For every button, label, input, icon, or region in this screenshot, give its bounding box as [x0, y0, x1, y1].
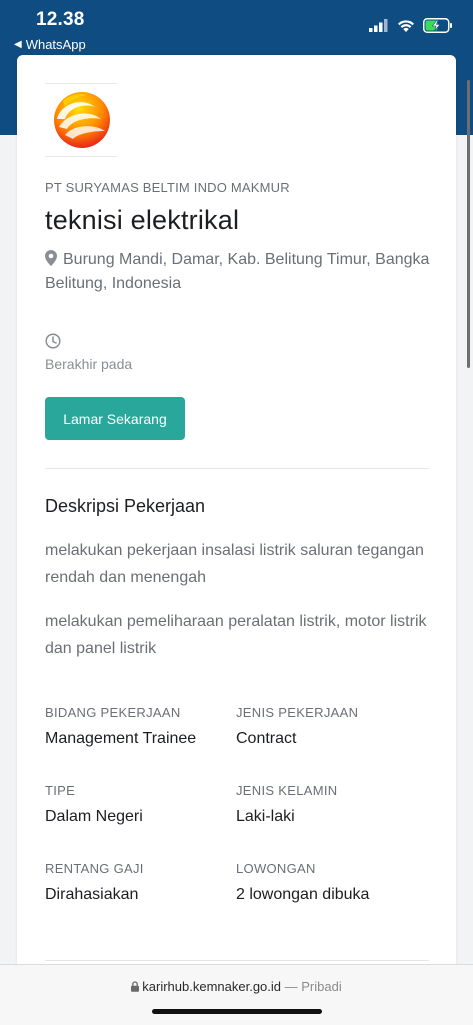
- description-paragraph: melakukan pekerjaan insalasi listrik sal…: [45, 542, 424, 586]
- divider: [45, 960, 429, 961]
- attr-value-job-type: Contract: [236, 730, 297, 747]
- browsing-mode-label: — Pribadi: [284, 979, 342, 994]
- location-text: Burung Mandi, Damar, Kab. Belitung Timur…: [45, 251, 430, 292]
- attr-label-gender: JENIS KELAMIN: [236, 783, 338, 798]
- browser-bottom-bar: karirhub.kemnaker.go.id — Pribadi: [0, 964, 473, 1025]
- attr-value-field: Management Trainee: [45, 730, 197, 747]
- description-heading: Deskripsi Pekerjaan: [45, 496, 206, 516]
- attr-label-type: TIPE: [45, 783, 76, 798]
- description-paragraph: melakukan pemeliharaan peralatan listrik…: [45, 613, 427, 657]
- status-icons: [369, 18, 453, 33]
- address-bar[interactable]: karirhub.kemnaker.go.id — Pribadi: [0, 979, 473, 994]
- location-pin-icon: [45, 250, 57, 266]
- attr-label-field: BIDANG PEKERJAAN: [45, 705, 181, 720]
- url-text: karirhub.kemnaker.go.id: [142, 979, 282, 994]
- job-card: PT SURYAMAS BELTIM INDO MAKMUR teknisi e…: [17, 55, 456, 985]
- back-app-label: WhatsApp: [25, 37, 86, 52]
- job-location: Burung Mandi, Damar, Kab. Belitung Timur…: [45, 248, 435, 296]
- back-arrow-icon: ◀: [14, 39, 22, 50]
- attr-value-type: Dalam Negeri: [45, 808, 143, 825]
- attr-label-salary: RENTANG GAJI: [45, 861, 144, 876]
- deadline-label: Berakhir pada: [45, 356, 133, 372]
- attr-label-openings: LOWONGAN: [236, 861, 316, 876]
- attr-value-salary: Dirahasiakan: [45, 886, 139, 903]
- apply-now-button[interactable]: Lamar Sekarang: [45, 397, 185, 440]
- home-indicator[interactable]: [152, 1009, 322, 1014]
- back-to-app-link[interactable]: ◀ WhatsApp: [14, 37, 86, 52]
- divider: [45, 468, 429, 469]
- status-time: 12.38: [36, 9, 85, 30]
- lock-icon: [131, 981, 140, 992]
- wifi-icon: [398, 19, 414, 32]
- company-name: PT SURYAMAS BELTIM INDO MAKMUR: [45, 180, 290, 195]
- scrollbar[interactable]: [467, 80, 470, 368]
- signal-icon: [369, 19, 388, 32]
- attr-value-openings: 2 lowongan dibuka: [236, 886, 370, 903]
- company-logo-box: [45, 83, 117, 157]
- battery-charging-icon: [423, 18, 452, 33]
- company-logo: [54, 92, 110, 148]
- attr-value-gender: Laki-laki: [236, 808, 295, 825]
- job-title: teknisi elektrikal: [45, 205, 240, 235]
- clock-icon: [45, 333, 61, 349]
- attr-label-job-type: JENIS PEKERJAAN: [236, 705, 359, 720]
